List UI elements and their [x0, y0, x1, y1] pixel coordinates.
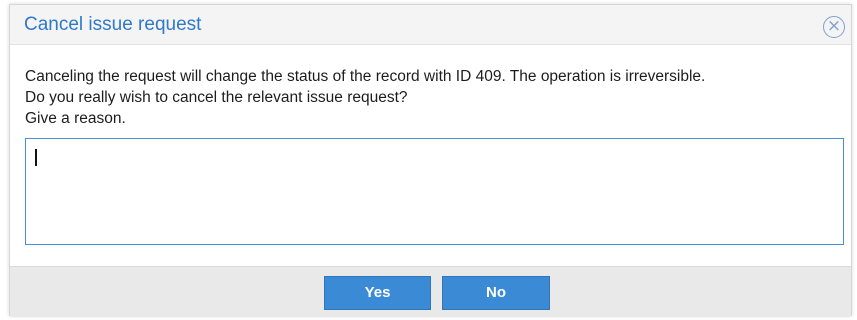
dialog-header: Cancel issue request ×	[10, 5, 851, 45]
no-button[interactable]: No	[442, 276, 550, 310]
text-caret	[35, 149, 37, 166]
dialog-body: Canceling the request will change the st…	[10, 46, 851, 266]
message-line-2: Do you really wish to cancel the relevan…	[25, 89, 408, 106]
dialog-title: Cancel issue request	[24, 14, 202, 35]
page: Cancel issue request × Canceling the req…	[0, 0, 857, 320]
close-icon[interactable]: ×	[823, 16, 845, 38]
message-line-3: Give a reason.	[25, 110, 126, 127]
message-line-1: Canceling the request will change the st…	[25, 68, 706, 85]
dialog-footer: Yes No	[10, 266, 851, 317]
reason-textarea[interactable]	[25, 138, 844, 245]
dialog-message: Canceling the request will change the st…	[25, 66, 845, 129]
cancel-issue-dialog: Cancel issue request × Canceling the req…	[9, 4, 852, 317]
yes-button[interactable]: Yes	[324, 276, 431, 310]
